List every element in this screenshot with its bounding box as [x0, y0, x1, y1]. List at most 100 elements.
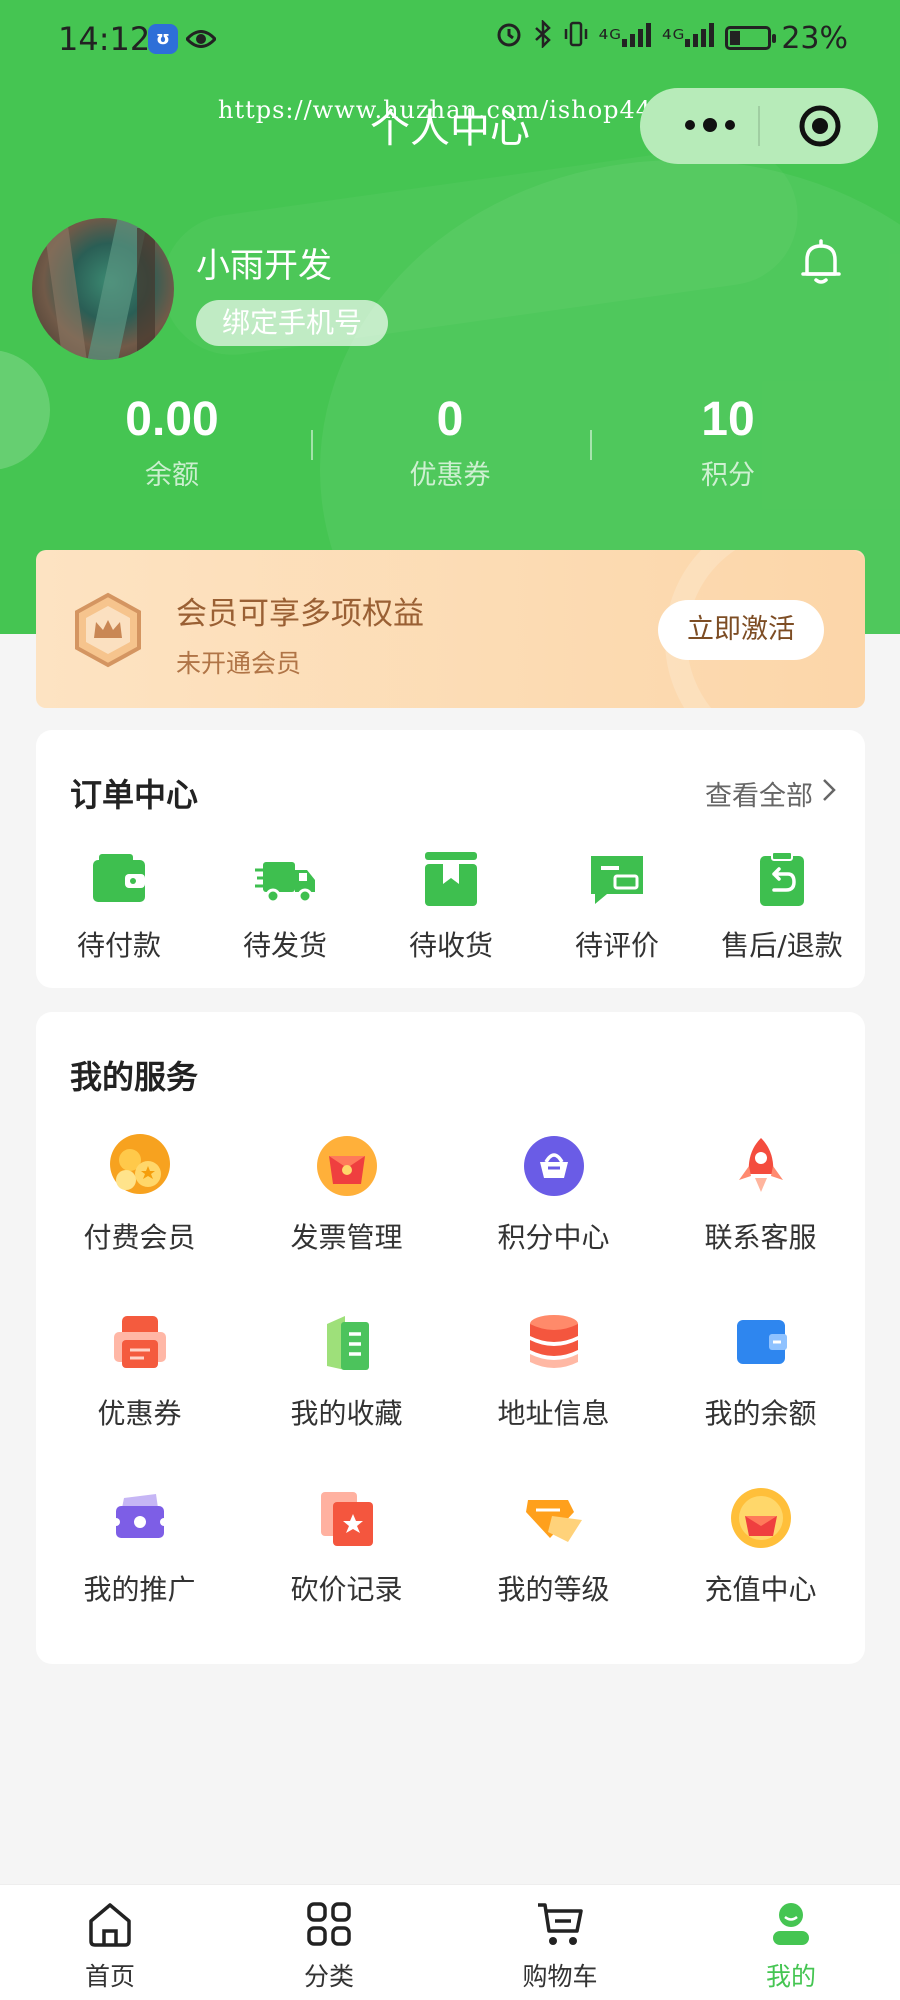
recharge-icon [729, 1486, 793, 1550]
service-label: 我的推广 [83, 1573, 196, 1606]
bind-phone-button[interactable]: 绑定手机号 [196, 300, 389, 346]
alarm-icon [495, 20, 523, 56]
more-menu-icon[interactable] [674, 110, 758, 140]
stat-label: 积分 [701, 460, 755, 491]
service-paid-membership[interactable]: 付费会员 [36, 1134, 243, 1256]
order-pending-review[interactable]: 待评价 [534, 850, 700, 964]
url-watermark: https://www.huzhan.com/ishop44453 [218, 96, 701, 124]
database-icon [522, 1310, 586, 1374]
tab-label: 首页 [84, 1962, 135, 1991]
service-label: 我的等级 [497, 1573, 610, 1606]
balance-wallet-icon [729, 1310, 793, 1374]
service-label: 我的收藏 [290, 1397, 403, 1430]
order-label: 待付款 [76, 929, 161, 962]
service-label: 联系客服 [704, 1221, 817, 1254]
app-notification-icon: ʊ [148, 24, 178, 54]
account-stats: 0.00 余额 0 优惠券 10 积分 [0, 392, 900, 502]
order-label: 待发货 [242, 929, 327, 962]
stat-label: 余额 [145, 460, 199, 491]
order-after-sales[interactable]: 售后/退款 [699, 850, 865, 964]
invoice-icon [315, 1134, 379, 1198]
status-bar: 14:12 ʊ ⁴ᴳ ⁴ᴳ 23% [0, 0, 900, 80]
order-pending-shipment[interactable]: 待发货 [202, 850, 368, 964]
home-icon [85, 1899, 135, 1949]
wallet-icon [89, 850, 149, 910]
close-miniprogram-icon[interactable] [798, 104, 842, 152]
view-all-label: 查看全部 [705, 781, 813, 812]
tab-label: 我的 [765, 1962, 816, 1991]
service-label: 地址信息 [497, 1397, 610, 1430]
tab-cart[interactable]: 购物车 [490, 1899, 630, 1993]
service-coupons[interactable]: 优惠券 [36, 1310, 243, 1432]
tab-label: 分类 [303, 1962, 354, 1991]
refund-icon [752, 850, 812, 910]
level-gem-icon [522, 1486, 586, 1550]
order-pending-receipt[interactable]: 待收货 [368, 850, 534, 964]
tab-label: 购物车 [522, 1962, 598, 1991]
status-time: 14:12 [58, 20, 151, 58]
bluetooth-icon [533, 18, 553, 56]
stat-label: 优惠券 [409, 460, 491, 491]
service-my-level[interactable]: 我的等级 [450, 1486, 657, 1608]
stat-value: 0.00 [125, 393, 219, 446]
service-label: 发票管理 [290, 1221, 403, 1254]
tab-mine[interactable]: 我的 [721, 1899, 861, 1993]
capsule-divider [758, 106, 760, 146]
service-promotion[interactable]: 我的推广 [36, 1486, 243, 1608]
stat-points[interactable]: 10 积分 [578, 392, 878, 492]
service-points-center[interactable]: 积分中心 [450, 1134, 657, 1256]
bottom-tab-bar: 首页 分类 购物车 我的 [0, 1884, 900, 2000]
coupon-icon [108, 1310, 172, 1374]
stat-value: 10 [701, 393, 755, 446]
miniprogram-capsule[interactable] [640, 88, 878, 164]
order-pending-payment[interactable]: 待付款 [36, 850, 202, 964]
service-bargain-records[interactable]: 砍价记录 [243, 1486, 450, 1608]
bargain-icon [315, 1486, 379, 1550]
member-subtitle: 未开通会员 [176, 649, 302, 678]
my-services-card: 我的服务 付费会员 发票管理 积分中心 联系客服 优惠券 我的收藏 地址信息 我… [36, 1012, 865, 1664]
coins-icon [108, 1134, 172, 1198]
battery-icon [725, 26, 777, 50]
service-label: 我的余额 [704, 1397, 817, 1430]
service-recharge[interactable]: 充值中心 [657, 1486, 864, 1608]
truck-icon [255, 850, 315, 910]
avatar[interactable] [32, 218, 174, 360]
cart-icon [535, 1899, 585, 1949]
stat-value: 0 [436, 393, 464, 446]
service-invoice[interactable]: 发票管理 [243, 1134, 450, 1256]
my-services-title: 我的服务 [70, 1058, 199, 1096]
order-label: 售后/退款 [721, 929, 843, 962]
package-icon [421, 850, 481, 910]
service-label: 积分中心 [497, 1221, 610, 1254]
service-label: 优惠券 [97, 1397, 182, 1430]
tab-home[interactable]: 首页 [40, 1899, 180, 1993]
view-all-orders-link[interactable]: 查看全部 [705, 774, 837, 813]
activate-membership-button[interactable]: 立即激活 [658, 600, 824, 660]
chevron-right-icon [821, 777, 837, 810]
user-icon [766, 1899, 816, 1949]
grid-icon [304, 1899, 354, 1949]
battery-percent: 23% [781, 20, 848, 56]
signal-icon-2: ⁴ᴳ [662, 23, 715, 53]
crown-badge-icon [72, 592, 144, 672]
comment-icon [587, 850, 647, 910]
service-balance[interactable]: 我的余额 [657, 1310, 864, 1432]
service-customer-support[interactable]: 联系客服 [657, 1134, 864, 1256]
order-label: 待评价 [574, 929, 659, 962]
membership-card[interactable]: 会员可享多项权益 未开通会员 立即激活 [36, 550, 865, 708]
signal-icon: ⁴ᴳ [599, 23, 652, 53]
stat-coupons[interactable]: 0 优惠券 [300, 392, 600, 492]
vibrate-icon [563, 20, 589, 56]
service-favorites[interactable]: 我的收藏 [243, 1310, 450, 1432]
tab-category[interactable]: 分类 [259, 1899, 399, 1993]
order-center-title: 订单中心 [70, 776, 199, 814]
service-label: 砍价记录 [290, 1573, 403, 1606]
order-label: 待收货 [408, 929, 493, 962]
member-title: 会员可享多项权益 [176, 596, 424, 632]
service-label: 付费会员 [83, 1221, 196, 1254]
service-label: 充值中心 [704, 1573, 817, 1606]
favorites-icon [315, 1310, 379, 1374]
stat-balance[interactable]: 0.00 余额 [22, 392, 322, 492]
bell-icon[interactable] [798, 238, 844, 290]
service-address[interactable]: 地址信息 [450, 1310, 657, 1432]
